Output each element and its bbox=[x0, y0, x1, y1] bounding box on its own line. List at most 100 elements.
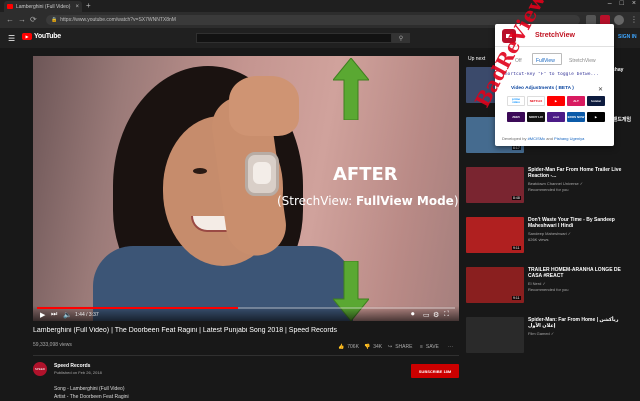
recommendation-meta: Recommended for you bbox=[528, 187, 569, 192]
tab-close-icon[interactable]: × bbox=[75, 4, 79, 10]
close-icon[interactable]: ✕ bbox=[598, 86, 603, 93]
recommendation-channel: El Nerd ✓ bbox=[528, 281, 546, 286]
provider-tile[interactable]: SONY LIV bbox=[527, 112, 545, 122]
recommendation-title[interactable]: Spider-Man: Far From Home | ريأكشن إعلان… bbox=[528, 317, 632, 329]
arrow-up-icon bbox=[333, 58, 369, 120]
more-actions-button[interactable]: ··· bbox=[448, 344, 453, 350]
video-adjustments-title: Video Adjustments ( BETA ) bbox=[511, 86, 574, 91]
recommendation-title[interactable]: Spider-Man Far From Home Trailer Live Re… bbox=[528, 167, 632, 179]
window-controls: – □ × bbox=[608, 0, 636, 7]
duration-badge: 8:48 bbox=[512, 196, 521, 200]
recommendation-channel: Film Gamed ✓ bbox=[528, 331, 555, 336]
video-title: Lamberghini (Full Video) | The Doorbeen … bbox=[33, 327, 338, 334]
autoplay-toggle-icon[interactable]: ⏺ bbox=[411, 311, 415, 319]
recommendation-item[interactable]: 8:48 Spider-Man Far From Home Trailer Liv… bbox=[466, 167, 636, 207]
dislike-count: 34K bbox=[373, 344, 383, 350]
subscribe-button[interactable]: SUBSCRIBE 18M bbox=[411, 364, 459, 378]
recommendation-title[interactable]: Don't Waste Your Time - By Sandeep Mahes… bbox=[528, 217, 632, 229]
maximize-button[interactable]: □ bbox=[620, 0, 624, 7]
search-button[interactable]: ⚲ bbox=[392, 33, 410, 43]
video-thumbnail[interactable] bbox=[466, 317, 524, 353]
channel-avatar[interactable]: SPEED bbox=[33, 362, 47, 376]
fullscreen-icon[interactable]: ⛶ bbox=[444, 311, 449, 319]
profile-avatar[interactable] bbox=[614, 15, 624, 25]
duration-badge: 9:11 bbox=[512, 296, 521, 300]
subscribe-label: SUBSCRIBE bbox=[418, 368, 443, 374]
thumbs-down-icon: 👎 bbox=[364, 344, 371, 350]
video-player[interactable]: AFTER (StrechView: FullView Mode) bbox=[33, 56, 459, 321]
recommendation-meta: Recommended for you bbox=[528, 287, 569, 292]
shortcut-hint: shortcut-key "F" to toggle betwe... bbox=[502, 72, 599, 77]
volume-icon[interactable]: 🔈 bbox=[63, 311, 72, 319]
menu-dots-icon[interactable]: ⋮ bbox=[630, 15, 638, 24]
provider-tile[interactable]: hotstar bbox=[587, 96, 605, 106]
back-arrow-icon[interactable]: ← bbox=[6, 15, 14, 24]
duration-badge: 9:11 bbox=[512, 246, 521, 250]
recommendation-title[interactable]: TRAILER HOMEM-ARANHA LONGE DE CASA #REAC… bbox=[528, 267, 632, 279]
video-description: Song - Lamberghini (Full Video) Artist -… bbox=[54, 385, 129, 401]
credit-link-b[interactable]: Pishang Ugeniya bbox=[554, 136, 584, 141]
mode-fullview-button[interactable]: FullView bbox=[536, 58, 555, 64]
youtube-logo[interactable]: ▶ YouTube bbox=[22, 33, 61, 40]
subtitles-icon[interactable]: ▭ bbox=[423, 311, 430, 319]
provider-tile[interactable]: ZEE5 bbox=[507, 112, 525, 122]
duration-badge: 6:17 bbox=[512, 146, 521, 150]
mode-caption: (StrechView: FullView Mode) bbox=[277, 194, 459, 208]
next-icon[interactable]: ⏭ bbox=[51, 311, 57, 319]
play-logo-icon: ▶ bbox=[22, 33, 32, 40]
mode-caption-prefix: (StrechView: bbox=[277, 194, 356, 208]
playlist-add-icon: ≡ bbox=[420, 344, 423, 350]
view-count: 59,333,098 views bbox=[33, 342, 72, 348]
new-tab-button[interactable]: + bbox=[86, 1, 91, 10]
provider-tile[interactable]: ALT bbox=[567, 96, 585, 106]
provider-tile[interactable]: prime video bbox=[507, 96, 525, 106]
browser-tab[interactable]: Lamberghini (Full Video) | The D... × bbox=[4, 1, 82, 12]
video-frame-eye-left bbox=[193, 168, 207, 174]
player-controls: ▶ ⏭ 🔈 1:44 / 3:37 ⏺ ▭ ⚙ ⛶ bbox=[33, 306, 459, 321]
publish-date: Published on Feb 26, 2018 bbox=[54, 370, 102, 375]
thumbs-up-icon: 👍 bbox=[338, 344, 345, 350]
minimize-button[interactable]: – bbox=[608, 0, 612, 7]
provider-tile[interactable]: EROS NOW bbox=[567, 112, 585, 122]
recommendation-item[interactable]: 9:11 Don't Waste Your Time - By Sandeep M… bbox=[466, 217, 636, 257]
search-input[interactable] bbox=[196, 33, 392, 43]
share-button[interactable]: ↪ SHARE bbox=[388, 344, 412, 350]
sign-in-button[interactable]: SIGN IN bbox=[618, 34, 637, 40]
recommendation-item[interactable]: Spider-Man: Far From Home | ريأكشن إعلان… bbox=[466, 317, 636, 357]
mode-stretchview-button[interactable]: StretchView bbox=[569, 58, 596, 64]
lock-icon: 🔒 bbox=[51, 17, 58, 23]
recommendation-item[interactable]: 9:11 TRAILER HOMEM-ARANHA LONGE DE CASA #… bbox=[466, 267, 636, 307]
close-window-button[interactable]: × bbox=[632, 0, 636, 7]
credit-mid: and bbox=[545, 136, 555, 141]
provider-tile[interactable]: ▶ bbox=[547, 96, 565, 106]
channel-name[interactable]: Speed Records bbox=[54, 363, 90, 369]
reload-icon[interactable]: ⟳ bbox=[30, 15, 37, 24]
after-label: AFTER bbox=[333, 164, 398, 185]
youtube-favicon-icon bbox=[7, 4, 13, 9]
url-text: https://www.youtube.com/watch?v=SX7WNNTX… bbox=[60, 17, 176, 23]
like-count: 706K bbox=[347, 344, 359, 350]
forward-arrow-icon[interactable]: → bbox=[18, 15, 26, 24]
popup-title: StretchView bbox=[535, 32, 575, 39]
settings-gear-icon[interactable]: ⚙ bbox=[433, 311, 439, 319]
recommendation-meta: 626K views bbox=[528, 237, 549, 242]
subscriber-count: 18M bbox=[443, 368, 452, 374]
up-next-heading: Up next bbox=[468, 56, 486, 62]
progress-bar[interactable] bbox=[37, 307, 455, 309]
progress-fill bbox=[37, 307, 238, 309]
hamburger-menu-icon[interactable]: ☰ bbox=[8, 34, 15, 43]
logo-text: YouTube bbox=[34, 33, 61, 40]
save-label: SAVE bbox=[425, 344, 439, 350]
divider bbox=[33, 355, 459, 356]
provider-tile[interactable]: voot bbox=[547, 112, 565, 122]
dislike-button[interactable]: 👎 34K bbox=[364, 344, 382, 350]
description-line: Song - Lamberghini (Full Video) bbox=[54, 386, 125, 392]
search-icon: ⚲ bbox=[398, 35, 404, 42]
credit-link-a[interactable]: #MCISMc bbox=[528, 136, 546, 141]
like-button[interactable]: 👍 706K bbox=[338, 344, 359, 350]
save-button[interactable]: ≡ SAVE bbox=[420, 344, 439, 350]
mode-caption-bold: FullView Mode bbox=[355, 194, 454, 208]
provider-tile[interactable]: ▶ bbox=[587, 112, 605, 122]
provider-tile[interactable]: NETFLIX bbox=[527, 96, 545, 106]
play-icon[interactable]: ▶ bbox=[40, 311, 45, 319]
